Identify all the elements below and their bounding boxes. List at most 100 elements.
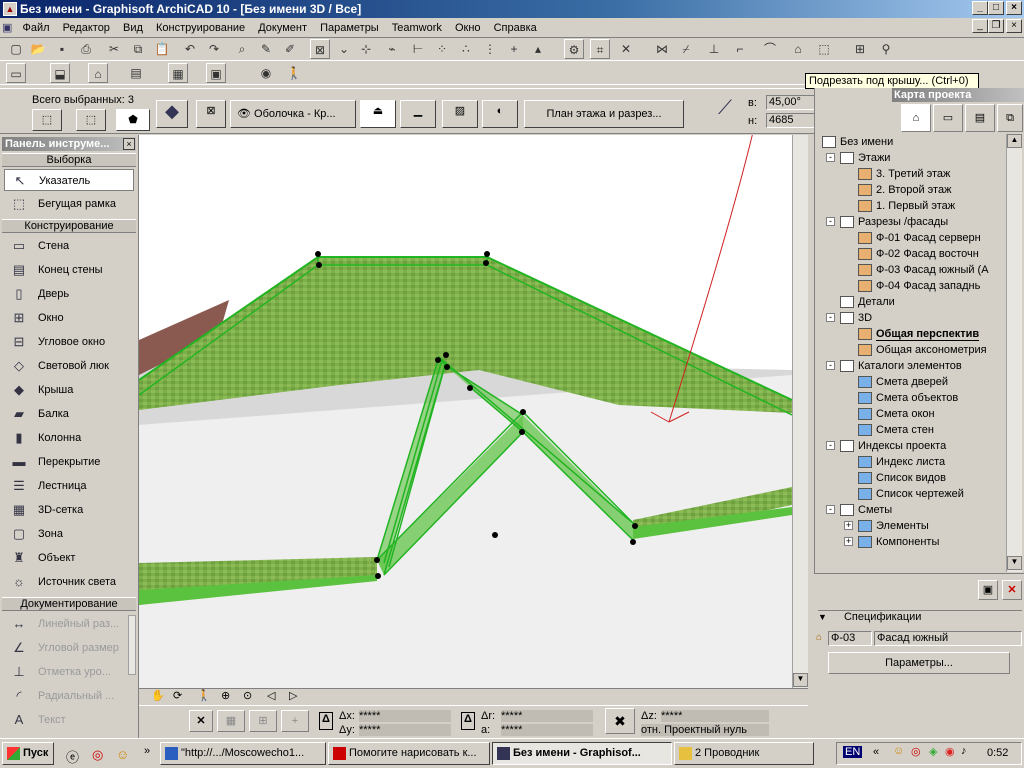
material-icon[interactable]: ▨ [442, 100, 478, 128]
method-button-3[interactable]: ⬟ [116, 109, 150, 131]
start-button[interactable]: Пуск [2, 742, 54, 765]
tree-scrollbar[interactable]: ▲ ▼ [1006, 134, 1022, 572]
split-icon[interactable]: ⌿ [676, 39, 696, 59]
taskbar-task[interactable]: Помогите нарисовать к... [328, 742, 490, 765]
opera-quicklaunch-icon[interactable]: ◎ [92, 747, 103, 763]
tool-marquee[interactable]: ⬚ Бегущая рамка [4, 193, 134, 215]
close-button[interactable]: × [1006, 1, 1022, 15]
specs-expand-icon[interactable]: ▼ [818, 612, 827, 622]
pin-icon[interactable]: ⚲ [876, 39, 896, 59]
3d-window-icon[interactable]: ⬓ [50, 63, 70, 83]
tool-skylight[interactable]: ◇ Световой люк [4, 355, 134, 377]
grid-dots-icon[interactable]: ⁘ [432, 39, 452, 59]
intersect-icon[interactable]: ⌐ [730, 39, 750, 59]
orbit-icon[interactable]: ⟳ [173, 689, 189, 704]
navigator-globe-icon[interactable]: ◉ [256, 63, 276, 83]
layer-icon[interactable]: ▴ [528, 39, 548, 59]
plan-section-button[interactable]: План этажа и разрез... [524, 100, 684, 128]
tool-stair[interactable]: ☰ Лестница [4, 475, 134, 497]
tool-wall[interactable]: ▭ Стена [4, 235, 134, 257]
pan-icon[interactable]: ✋ [151, 689, 167, 704]
floor-plan-icon[interactable]: ▭ [6, 63, 26, 83]
zoom-fit-icon[interactable]: ⊙ [243, 689, 259, 704]
paste-icon[interactable]: 📋 [152, 39, 172, 59]
tree-item[interactable]: Ф-04 Фасад западнь [858, 278, 980, 294]
tree-item[interactable]: + Компоненты [844, 534, 939, 550]
undo-icon[interactable]: ↶ [180, 39, 200, 59]
tree-item[interactable]: Смета стен [858, 422, 934, 438]
redo-icon[interactable]: ↷ [204, 39, 224, 59]
delete-icon[interactable]: ✕ [1002, 580, 1022, 600]
walk-nav-icon[interactable]: 🚶 [197, 689, 213, 704]
collapse-icon[interactable]: - [826, 153, 835, 162]
minimize-button[interactable]: _ [972, 1, 988, 15]
3d-viewport[interactable] [139, 135, 792, 688]
explode-icon[interactable]: ⊞ [850, 39, 870, 59]
menu-edit[interactable]: Редактор [58, 18, 115, 38]
section-document[interactable]: Документирование [2, 597, 136, 611]
eyedropper-icon[interactable]: ✎ [256, 39, 276, 59]
specs-header[interactable]: ▼ Спецификации [818, 610, 1022, 626]
tray-opera-icon[interactable]: ◉ [945, 745, 955, 758]
tool-light[interactable]: ☼ Источник света [4, 571, 134, 593]
doc-icon[interactable]: ▣ [0, 18, 14, 38]
menu-help[interactable]: Справка [489, 18, 542, 38]
suspend-groups-icon[interactable]: ⊠ [310, 39, 330, 59]
tool-linear-dimension[interactable]: ↔ Линейный раз... [4, 613, 134, 635]
menu-design[interactable]: Конструирование [151, 18, 250, 38]
tree-item[interactable]: Детали [840, 294, 895, 310]
tree-item[interactable]: Смета дверей [858, 374, 948, 390]
tool-corner-window[interactable]: ⊟ Угловое окно [4, 331, 134, 353]
language-indicator[interactable]: EN [843, 746, 863, 758]
tool-angle-dimension[interactable]: ∠ Угловой размер [4, 637, 134, 659]
collapse-icon[interactable]: - [826, 313, 835, 322]
cross-icon[interactable]: ✕ [616, 39, 636, 59]
find-select-icon[interactable]: ⌕ [232, 39, 252, 59]
tree-item[interactable]: - Каталоги элементов [826, 358, 962, 374]
section-view-icon[interactable]: ▁ [400, 100, 436, 128]
section-construct[interactable]: Конструирование [2, 219, 136, 233]
tool-zone[interactable]: ▢ Зона [4, 523, 134, 545]
magic-wand-icon[interactable]: ⌁ [382, 39, 402, 59]
tool-beam[interactable]: ▰ Балка [4, 403, 134, 425]
taskbar-task[interactable]: "http://.../Moscowecho1... [160, 742, 326, 765]
tree-item[interactable]: 2. Второй этаж [858, 182, 951, 198]
shell-dropdown[interactable]: 👁 Оболочка - Кр... [230, 100, 356, 128]
angle-a-value[interactable]: ***** [501, 724, 593, 736]
z-tool-icon[interactable]: ✖ [605, 708, 635, 734]
new-view-icon[interactable]: ▣ [978, 580, 998, 600]
tree-item[interactable]: -Без имени [822, 134, 893, 150]
taskbar-task[interactable]: Без имени - Graphisof... [492, 742, 672, 765]
zoom-icon[interactable]: ⊕ [221, 689, 237, 704]
pen-icon[interactable]: ◐ [482, 100, 518, 128]
collapse-icon[interactable]: - [826, 361, 835, 370]
polar-icon[interactable]: Δ [461, 712, 475, 730]
dr-value[interactable]: ***** [501, 710, 593, 722]
collapse-icon[interactable]: - [826, 217, 835, 226]
outline-icon[interactable]: ⏏ [360, 100, 396, 128]
taskbar-task[interactable]: 2 Проводник [674, 742, 814, 765]
tree-item[interactable]: Общая перспектив [858, 326, 980, 342]
tray-antivirus-icon[interactable]: ◎ [911, 745, 921, 758]
tool-column[interactable]: ▮ Колонна [4, 427, 134, 449]
spec-name-field[interactable]: Фасад южный [874, 631, 1022, 646]
gravity-icon[interactable]: ⌄ [334, 39, 354, 59]
snap-grid-icon[interactable]: ⊹ [356, 39, 376, 59]
doc-minimize-button[interactable]: _ [972, 19, 988, 33]
tool-door[interactable]: ▯ Дверь [4, 283, 134, 305]
method-button-1[interactable]: ⬚ [32, 109, 62, 131]
cut-icon[interactable]: ✂ [104, 39, 124, 59]
save-icon[interactable]: ▪ [52, 39, 72, 59]
tree-scroll-down-icon[interactable]: ▼ [1007, 556, 1022, 570]
tool-radial-dimension[interactable]: ◜ Радиальный ... [4, 685, 134, 707]
doc-close-button[interactable]: × [1006, 19, 1022, 33]
tree-item[interactable]: + Элементы [844, 518, 929, 534]
toolbox-scrollbar[interactable] [128, 615, 136, 675]
tree-item[interactable]: - Этажи [826, 150, 890, 166]
dz-value[interactable]: ***** [661, 710, 769, 722]
tool-mesh[interactable]: ▦ 3D-сетка [4, 499, 134, 521]
tool-wall-end[interactable]: ▤ Конец стены [4, 259, 134, 281]
plus-grid-icon[interactable]: + [504, 39, 524, 59]
dy-value[interactable]: ***** [359, 724, 451, 736]
tree-item[interactable]: Ф-02 Фасад восточн [858, 246, 979, 262]
